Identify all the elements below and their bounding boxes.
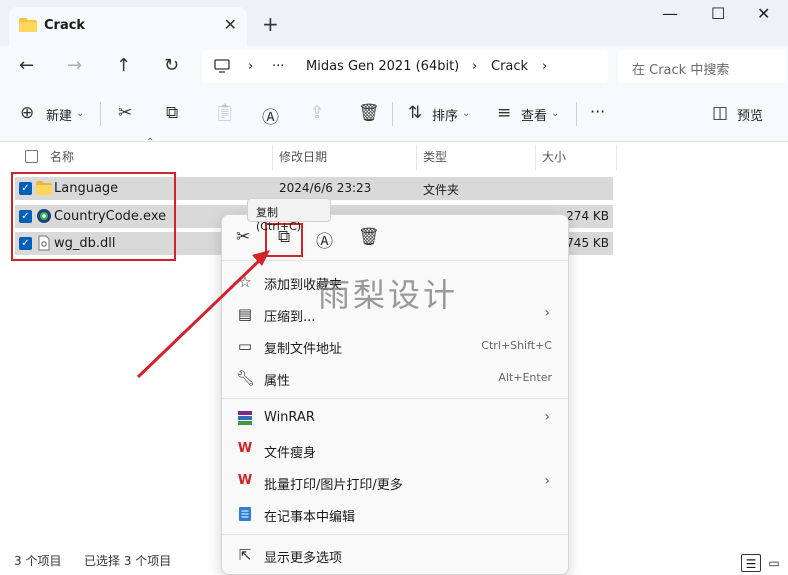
tiles-view-icon[interactable]: ▭	[764, 554, 784, 572]
status-item-count: 3 个项目	[14, 554, 62, 568]
details-view-icon[interactable]: ☰	[741, 554, 761, 572]
status-selected-count: 已选择 3 个项目	[84, 554, 172, 568]
watermark: 雨梨设计	[318, 276, 459, 314]
